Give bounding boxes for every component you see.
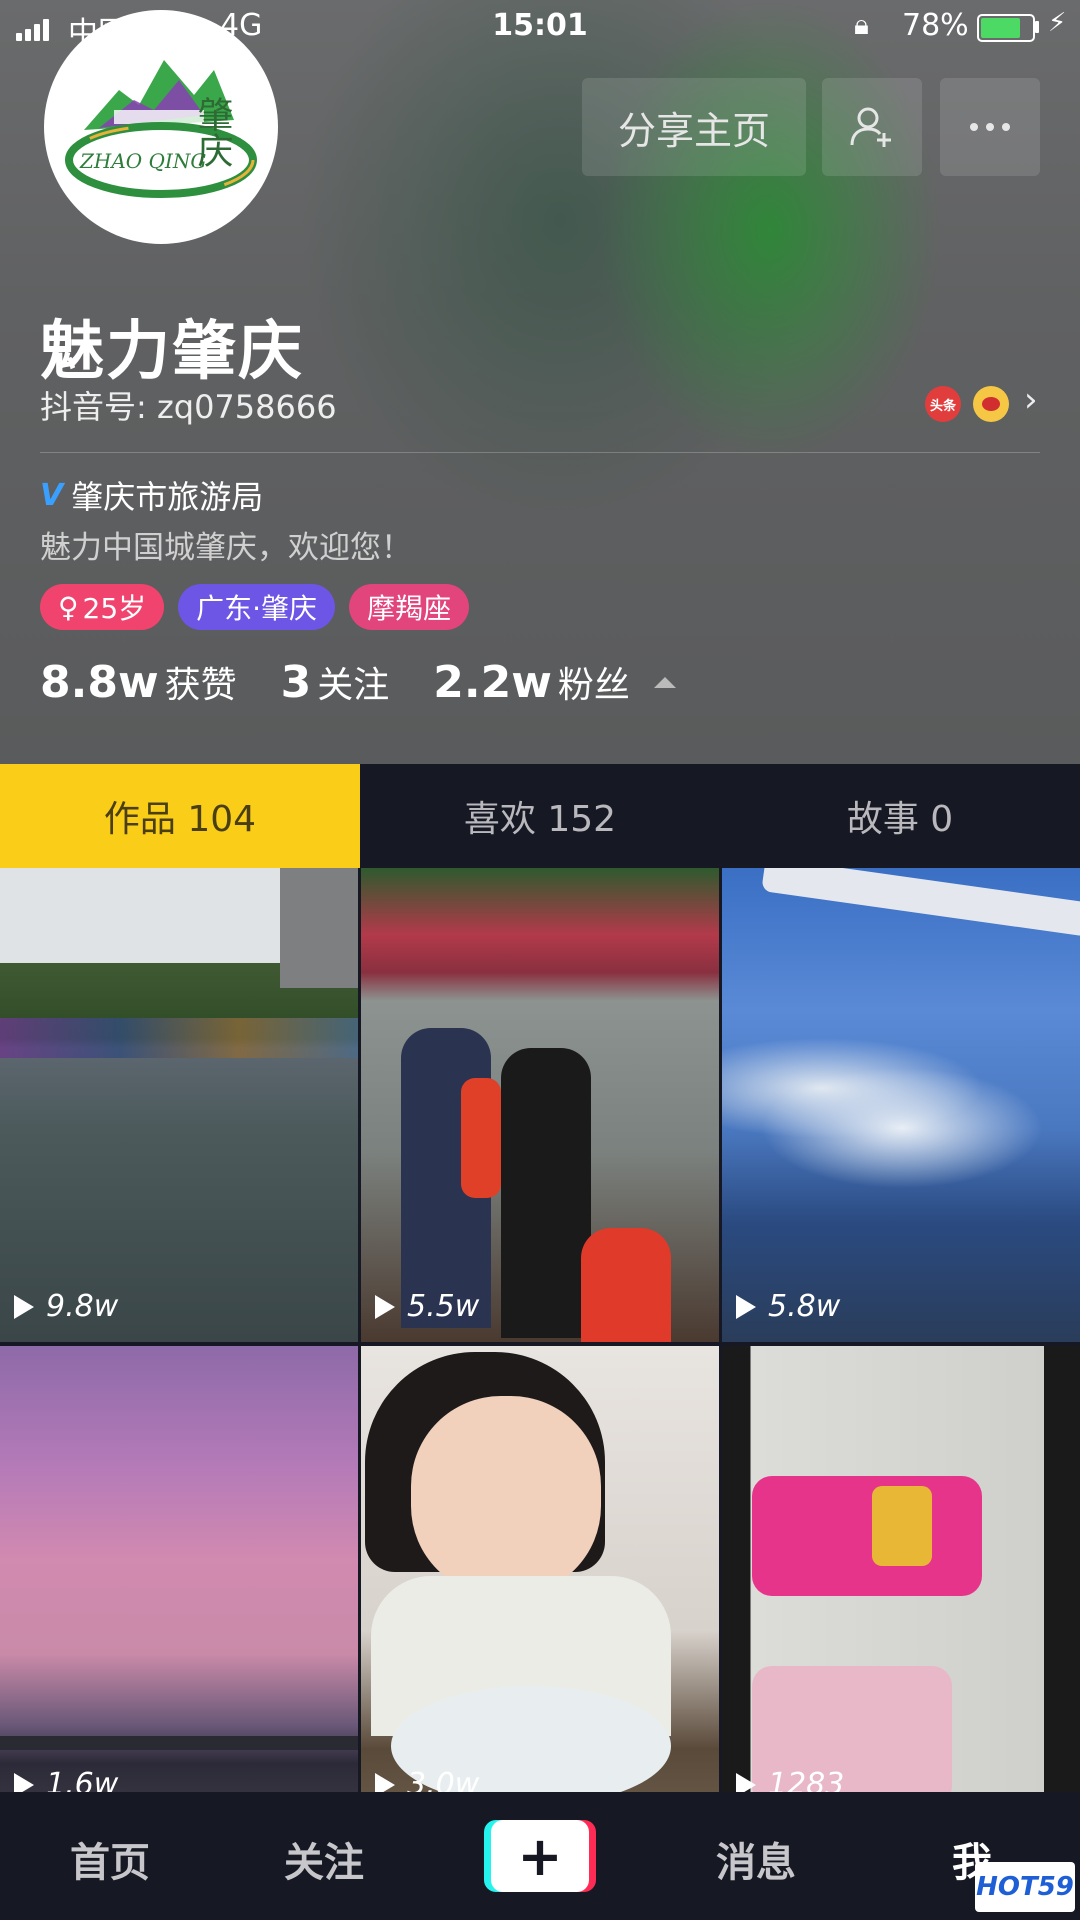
chevron-right-icon[interactable]: › (1024, 380, 1038, 420)
battery-tip (1035, 21, 1039, 33)
bottom-nav: 首页 关注 + 消息 我 (0, 1792, 1080, 1920)
add-user-icon (850, 107, 891, 147)
following-label[interactable]: 关注 (317, 656, 389, 708)
verified-org-label: 肇庆市旅游局 (71, 478, 264, 516)
profile-tags: ♀︎ 25岁 广东·肇庆 摩羯座 (40, 584, 470, 630)
plus-icon: + (491, 1820, 589, 1892)
following-count[interactable]: 3 (281, 657, 312, 708)
play-icon (736, 1294, 756, 1319)
douyin-id: 抖音号: zq0758666 (40, 388, 337, 426)
nav-following[interactable]: 关注 (284, 1830, 364, 1888)
more-icon (970, 123, 1010, 131)
battery-percent: 78% (902, 8, 969, 43)
view-count-label: 5.8w (768, 1289, 841, 1324)
weibo-icon[interactable] (973, 386, 1009, 422)
nav-messages[interactable]: 消息 (716, 1830, 796, 1888)
profile-bio: 魅力中国城肇庆，欢迎您！ (40, 530, 412, 566)
avatar-text-zh: 肇庆 (192, 96, 233, 168)
zhaoqing-logo: ZHAO QING 肇庆 (65, 60, 257, 198)
profile-nickname: 魅力肇庆 (40, 315, 304, 389)
age-tag-label: 25岁 (82, 592, 147, 625)
tab-works[interactable]: 作品 104 (0, 764, 360, 868)
avatar[interactable]: ZHAO QING 肇庆 (44, 10, 278, 244)
play-icon (14, 1294, 34, 1319)
play-icon (375, 1294, 395, 1319)
view-count: 5.5w (375, 1289, 479, 1324)
profile-stats: 8.8w 获赞 3 关注 2.2w 粉丝 (40, 656, 676, 708)
watermark-logo: HOT59 (975, 1862, 1075, 1912)
view-count-label: 9.8w (46, 1289, 119, 1324)
video-thumbnail[interactable]: 1.6w (0, 1346, 358, 1820)
view-count: 5.8w (736, 1289, 840, 1324)
nav-home[interactable]: 首页 (70, 1830, 150, 1888)
likes-count: 8.8w (40, 657, 159, 708)
share-profile-button[interactable]: 分享主页 (582, 78, 806, 176)
avatar-text-en: ZHAO QING (79, 149, 206, 173)
video-thumbnail[interactable]: 3.0w (361, 1346, 719, 1820)
verified-v-icon: V (40, 477, 64, 513)
video-thumbnail[interactable]: 5.5w (361, 868, 719, 1342)
tab-likes[interactable]: 喜欢 152 (360, 764, 720, 868)
collapse-arrow-icon[interactable] (653, 676, 676, 688)
charging-icon: ⚡︎ (1048, 8, 1067, 38)
add-friend-button[interactable] (822, 78, 922, 176)
age-tag: ♀︎ 25岁 (40, 584, 165, 630)
zodiac-tag: 摩羯座 (349, 584, 470, 630)
divider (40, 452, 1040, 453)
video-thumbnail[interactable]: 9.8w (0, 868, 358, 1342)
create-video-button[interactable]: + (484, 1820, 596, 1892)
verified-org: V 肇庆市旅游局 (40, 472, 263, 518)
fans-count[interactable]: 2.2w (433, 657, 552, 708)
rotation-lock-icon: 🔒︎ (854, 8, 869, 41)
video-thumbnail[interactable]: 5.8w (722, 868, 1080, 1342)
location-tag: 广东·肇庆 (178, 584, 336, 630)
fans-label[interactable]: 粉丝 (558, 656, 630, 708)
toutiao-icon[interactable]: 头条 (925, 386, 961, 422)
tab-stories[interactable]: 故事 0 (720, 764, 1080, 868)
likes-label: 获赞 (164, 665, 237, 706)
content-tabs: 作品 104 喜欢 152 故事 0 (0, 764, 1080, 868)
view-count-label: 5.5w (407, 1289, 480, 1324)
video-thumbnail[interactable]: 1283 (722, 1346, 1080, 1820)
view-count: 9.8w (14, 1289, 118, 1324)
profile-header: 中国移动 4G 15:01 🔒︎ 78% ⚡︎ ZHAO QING 肇庆 分享主… (0, 0, 1080, 764)
more-button[interactable] (940, 78, 1040, 176)
gender-icon: ♀︎ (58, 590, 79, 624)
battery-icon (977, 14, 1035, 42)
